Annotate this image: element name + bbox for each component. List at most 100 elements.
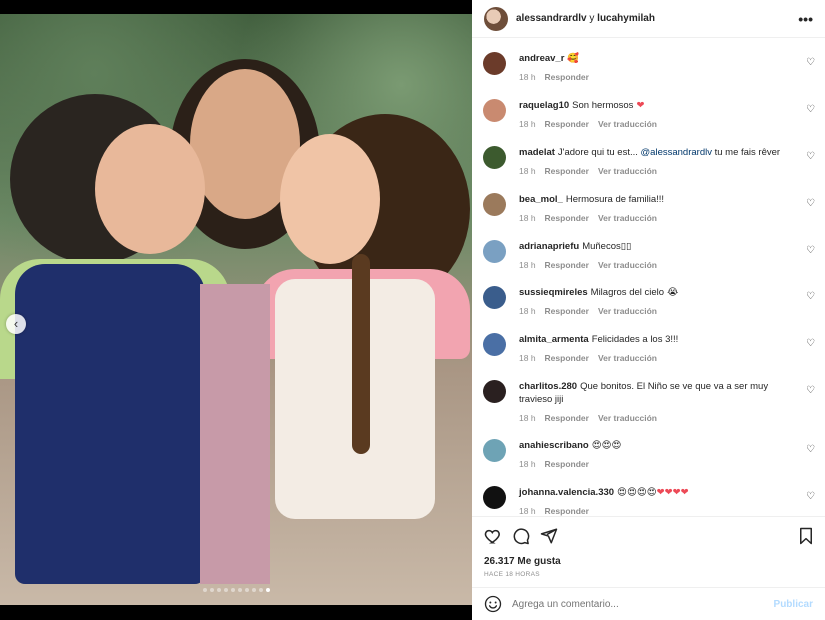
commenter-avatar[interactable] bbox=[483, 286, 506, 309]
see-translation-button[interactable]: Ver traducción bbox=[598, 213, 657, 223]
photo-mother-top bbox=[200, 284, 270, 584]
emoji: 😍 bbox=[646, 487, 657, 498]
photo-boy-face bbox=[95, 124, 205, 254]
comment-username[interactable]: charlitos.280 bbox=[519, 381, 577, 392]
comment-username[interactable]: madelat bbox=[519, 147, 555, 158]
comment-emoji-group: 😭 bbox=[667, 287, 678, 298]
comment-time: 18 h bbox=[519, 260, 536, 270]
comment-item: almita_armenta Felicidades a los 3!!! 18 h… bbox=[472, 333, 825, 365]
comment-item: madelat J'adore qui tu est... @alessandra… bbox=[472, 146, 825, 178]
commenter-avatar[interactable] bbox=[483, 193, 506, 216]
comment-like-heart-icon[interactable]: ♡ bbox=[806, 245, 815, 256]
comment-time: 18 h bbox=[519, 306, 536, 316]
comment-like-heart-icon[interactable]: ♡ bbox=[806, 491, 815, 502]
emoji: 😭 bbox=[667, 287, 679, 298]
carousel-dot bbox=[202, 588, 207, 592]
more-options-icon[interactable]: ••• bbox=[798, 11, 813, 27]
comment-item: bea_mol_ Hermosura de familia!!! 18 h Respo… bbox=[472, 193, 825, 225]
commenter-avatar[interactable] bbox=[483, 52, 506, 75]
comment-username[interactable]: andreav_r bbox=[519, 53, 564, 64]
reply-button[interactable]: Responder bbox=[545, 413, 589, 423]
comment-meta: 18 h Responder Ver traducción bbox=[519, 412, 799, 425]
comment-body: anahiescribano 😍😍😍 18 h Responder bbox=[519, 439, 799, 471]
emoji: 😍 bbox=[601, 440, 612, 451]
comment-emoji-group: ❤ bbox=[636, 100, 644, 111]
comment-icon[interactable] bbox=[512, 527, 530, 545]
comment-like-heart-icon[interactable]: ♡ bbox=[806, 198, 815, 209]
commenter-avatar[interactable] bbox=[483, 240, 506, 263]
save-bookmark-icon[interactable] bbox=[797, 527, 815, 545]
actions-bar: 26.317 Me gusta HACE 18 HORAS bbox=[472, 516, 825, 587]
comment-meta: 18 h Responder bbox=[519, 505, 799, 516]
author-secondary-link[interactable]: lucahymilah bbox=[597, 13, 655, 24]
comment-meta: 18 h Responder Ver traducción bbox=[519, 352, 799, 365]
see-translation-button[interactable]: Ver traducción bbox=[598, 413, 657, 423]
comment-body: johanna.valencia.330 😍😍😍😍❤❤❤❤ 18 h Responde… bbox=[519, 486, 799, 516]
reply-button[interactable]: Responder bbox=[545, 213, 589, 223]
comment-username[interactable]: sussieqmireles bbox=[519, 287, 588, 298]
see-translation-button[interactable]: Ver traducción bbox=[598, 119, 657, 129]
like-heart-icon[interactable] bbox=[484, 527, 502, 545]
reply-button[interactable]: Responder bbox=[545, 72, 589, 82]
comment-item: anahiescribano 😍😍😍 18 h Responder ♡ bbox=[472, 439, 825, 471]
emoji: 🥰 bbox=[567, 53, 580, 64]
comment-like-heart-icon[interactable]: ♡ bbox=[806, 151, 815, 162]
comment-meta: 18 h Responder Ver traducción bbox=[519, 165, 799, 178]
comment-like-heart-icon[interactable]: ♡ bbox=[806, 291, 815, 302]
commenter-avatar[interactable] bbox=[483, 99, 506, 122]
comment-time: 18 h bbox=[519, 459, 536, 469]
comment-text: tu me fais rêver bbox=[711, 147, 781, 158]
see-translation-button[interactable]: Ver traducción bbox=[598, 166, 657, 176]
author-connector: y bbox=[589, 13, 595, 24]
comment-like-heart-icon[interactable]: ♡ bbox=[806, 338, 815, 349]
commenter-avatar[interactable] bbox=[483, 146, 506, 169]
comment-emoji-group: 🥰 bbox=[567, 53, 579, 64]
likes-count[interactable]: 26.317 Me gusta bbox=[484, 556, 561, 567]
comment-username[interactable]: almita_armenta bbox=[519, 334, 589, 345]
comment-username[interactable]: anahiescribano bbox=[519, 440, 589, 451]
commenter-avatar[interactable] bbox=[483, 333, 506, 356]
previous-arrow-icon[interactable]: ‹ bbox=[6, 314, 26, 334]
comment-input[interactable] bbox=[512, 598, 774, 610]
emoji-icon[interactable] bbox=[484, 595, 502, 613]
comment-time: 18 h bbox=[519, 119, 536, 129]
comment-mention-link[interactable]: @alessandrardlv bbox=[641, 147, 712, 158]
reply-button[interactable]: Responder bbox=[545, 353, 589, 363]
comment-username[interactable]: adrianapriefu bbox=[519, 241, 579, 252]
reply-button[interactable]: Responder bbox=[545, 506, 589, 516]
publish-button[interactable]: Publicar bbox=[774, 599, 813, 610]
comment-username[interactable]: raquelag10 bbox=[519, 100, 569, 111]
comment-like-heart-icon[interactable]: ♡ bbox=[806, 444, 815, 455]
reply-button[interactable]: Responder bbox=[545, 119, 589, 129]
comment-text: Muñecos▯▯ bbox=[582, 241, 632, 252]
comment-body: bea_mol_ Hermosura de familia!!! 18 h Respo… bbox=[519, 193, 799, 225]
see-translation-button[interactable]: Ver traducción bbox=[598, 353, 657, 363]
comment-like-heart-icon[interactable]: ♡ bbox=[806, 104, 815, 115]
emoji: 😍 bbox=[636, 487, 647, 498]
carousel-dot bbox=[223, 588, 228, 592]
commenter-avatar[interactable] bbox=[483, 439, 506, 462]
reply-button[interactable]: Responder bbox=[545, 166, 589, 176]
comment-body: almita_armenta Felicidades a los 3!!! 18 h… bbox=[519, 333, 799, 365]
reply-button[interactable]: Responder bbox=[545, 306, 589, 316]
comment-username[interactable]: johanna.valencia.330 bbox=[519, 487, 614, 498]
see-translation-button[interactable]: Ver traducción bbox=[598, 306, 657, 316]
carousel-dots bbox=[0, 588, 472, 592]
commenter-avatar[interactable] bbox=[483, 380, 506, 403]
commenter-avatar[interactable] bbox=[483, 486, 506, 509]
red-heart-emoji: ❤ bbox=[680, 487, 689, 498]
see-translation-button[interactable]: Ver traducción bbox=[598, 260, 657, 270]
icons-row bbox=[484, 527, 815, 547]
post-photo[interactable]: ‹ bbox=[0, 14, 472, 605]
comment-like-heart-icon[interactable]: ♡ bbox=[806, 57, 815, 68]
comment-meta: 18 h Responder Ver traducción bbox=[519, 305, 799, 318]
author-avatar[interactable] bbox=[484, 6, 508, 31]
comment-username[interactable]: bea_mol_ bbox=[519, 194, 563, 205]
post-header: alessandrardlv y lucahymilah ••• bbox=[472, 0, 825, 38]
reply-button[interactable]: Responder bbox=[545, 260, 589, 270]
comment-like-heart-icon[interactable]: ♡ bbox=[806, 385, 815, 396]
reply-button[interactable]: Responder bbox=[545, 459, 589, 469]
author-primary-link[interactable]: alessandrardlv bbox=[516, 13, 587, 24]
share-icon[interactable] bbox=[540, 527, 558, 545]
comment-meta: 18 h Responder bbox=[519, 458, 799, 471]
